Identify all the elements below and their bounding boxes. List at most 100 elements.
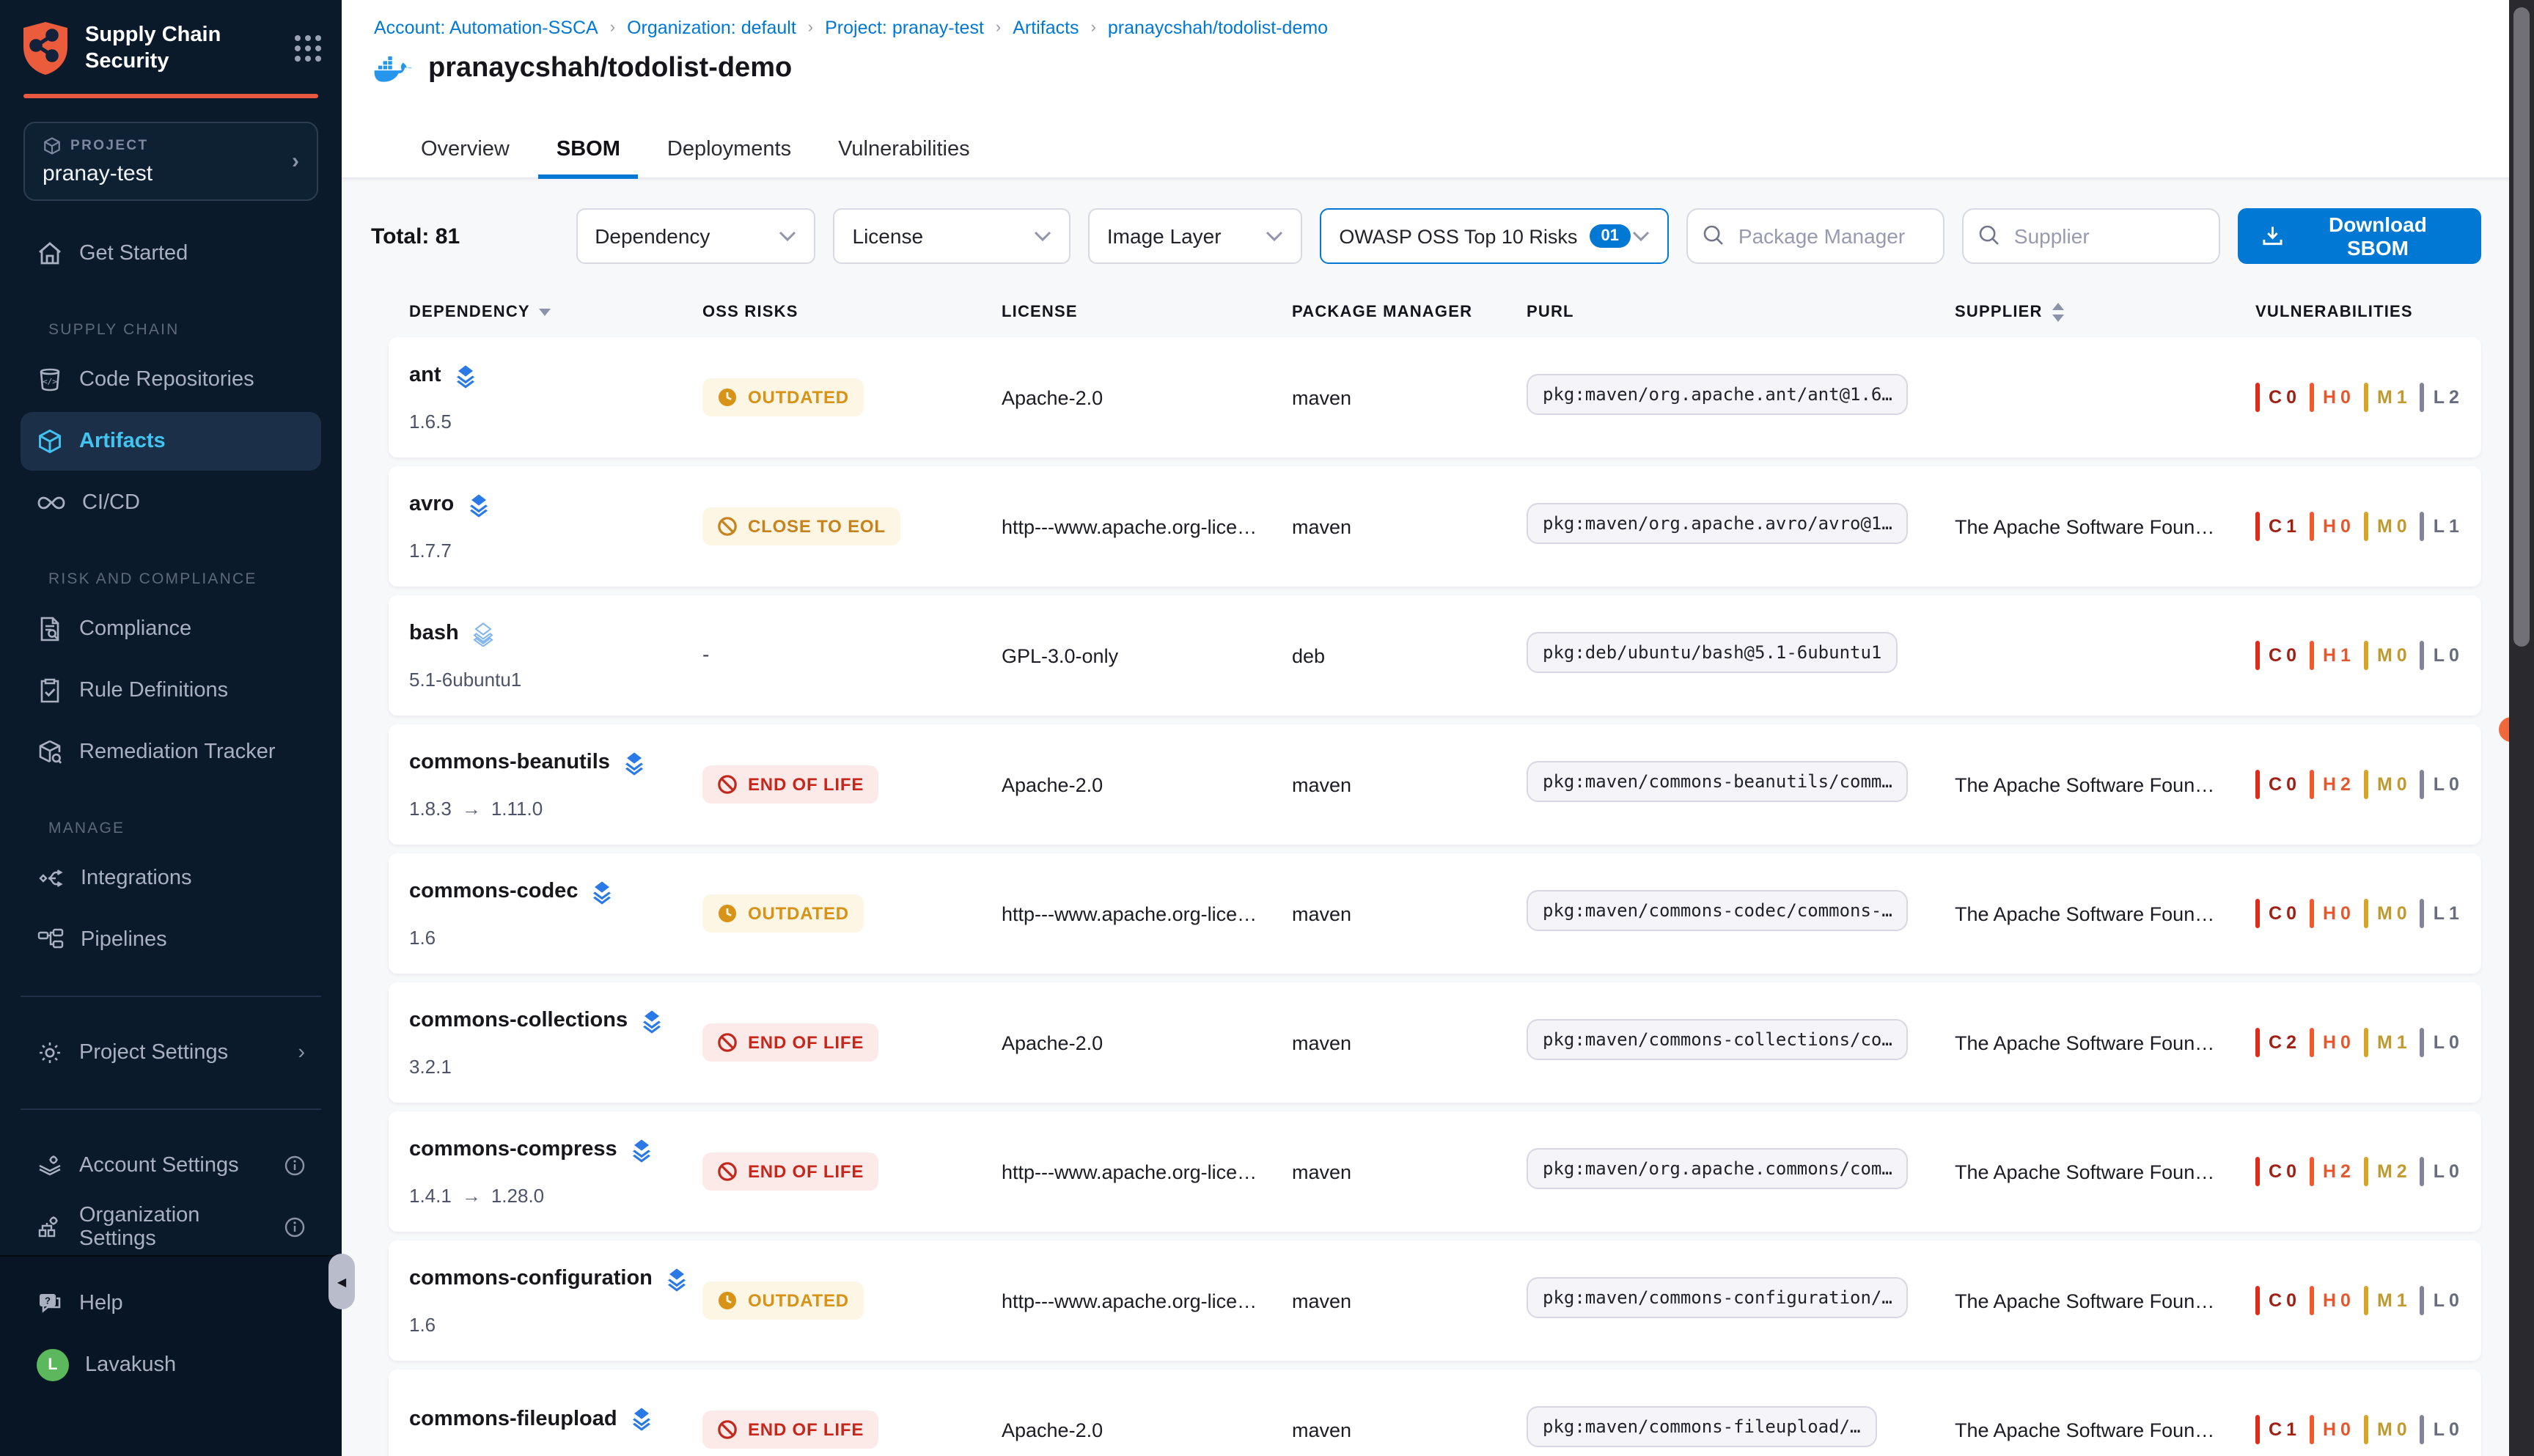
info-icon[interactable] xyxy=(284,1217,305,1238)
download-sbom-button[interactable]: Download SBOM xyxy=(2239,208,2481,264)
license-cell: http---www.apache.org-lice… xyxy=(1002,1290,1292,1312)
breadcrumb-account[interactable]: Account: Automation-SSCA xyxy=(374,18,598,38)
vuln-count-m: M2 xyxy=(2364,1157,2407,1186)
oss-risk-cell: OUTDATED xyxy=(702,1282,1002,1320)
license-cell: Apache-2.0 xyxy=(1002,1032,1292,1054)
purl-cell: pkg:maven/org.apache.ant/ant@1.6… xyxy=(1527,373,1955,422)
sidebar-footer: ? Help L Lavakush xyxy=(0,1255,342,1456)
sidebar-item-organization-settings[interactable]: Organization Settings xyxy=(21,1198,321,1257)
project-selector[interactable]: PROJECT pranay-test › xyxy=(23,122,318,201)
breadcrumb-separator: › xyxy=(996,19,1001,37)
breadcrumb-project[interactable]: Project: pranay-test xyxy=(825,18,984,38)
breadcrumb-artifact-name[interactable]: pranaycshah/todolist-demo xyxy=(1108,18,1328,38)
breadcrumb-separator: › xyxy=(610,19,615,37)
oss-risk-badge: OUTDATED xyxy=(702,894,864,933)
project-cube-icon xyxy=(43,136,62,155)
info-icon[interactable] xyxy=(284,1155,305,1176)
table-row[interactable]: commons-fileupload xyxy=(389,1369,2481,1456)
vuln-count-c: C0 xyxy=(2255,641,2296,670)
tab-vulnerabilities[interactable]: Vulnerabilities xyxy=(820,138,987,179)
vuln-count-l: L0 xyxy=(2420,770,2459,799)
sidebar-item-artifacts[interactable]: Artifacts xyxy=(21,412,321,471)
vuln-count-m: M0 xyxy=(2364,512,2407,541)
package-manager-cell: maven xyxy=(1292,1290,1527,1312)
purl-value[interactable]: pkg:maven/commons-codec/commons-… xyxy=(1527,889,1909,930)
table-row[interactable]: bash 5.1-6ubuntu1 xyxy=(389,595,2481,716)
table-row[interactable]: commons-configuration 1.6 xyxy=(389,1240,2481,1361)
column-header-dependency[interactable]: DEPENDENCY xyxy=(409,302,702,323)
owasp-filter-dropdown[interactable]: OWASP OSS Top 10 Risks 01 xyxy=(1320,208,1670,264)
upgrade-arrow: → xyxy=(462,797,481,819)
purl-value[interactable]: pkg:maven/org.apache.avro/avro@1… xyxy=(1527,502,1909,543)
dependency-filter-dropdown[interactable]: Dependency xyxy=(576,208,815,264)
table-row[interactable]: ant 1.6.5 xyxy=(389,337,2481,457)
oss-risk-cell: END OF LIFE xyxy=(702,765,1002,804)
purl-value[interactable]: pkg:maven/org.apache.commons/com… xyxy=(1527,1147,1909,1188)
vulnerabilities-cell: C0H0M1L2 xyxy=(2255,383,2472,412)
table-row[interactable]: commons-codec 1.6 xyxy=(389,853,2481,974)
purl-value[interactable]: pkg:maven/commons-configuration/… xyxy=(1527,1276,1909,1317)
sidebar-item-compliance[interactable]: Compliance xyxy=(21,600,321,658)
sidebar-item-pipelines[interactable]: Pipelines xyxy=(21,911,321,969)
sidebar-item-remediation-tracker[interactable]: Remediation Tracker xyxy=(21,723,321,782)
sidebar-item-get-started[interactable]: Get Started xyxy=(21,224,321,283)
sidebar-collapse-handle[interactable]: ◀ xyxy=(328,1254,355,1309)
oss-risk-cell: OUTDATED xyxy=(702,378,1002,416)
dependency-version: 1.8.3 → 1.11.0 xyxy=(409,797,702,819)
dependency-cell: ant 1.6.5 xyxy=(409,363,702,432)
ban-icon xyxy=(717,1032,738,1053)
dependency-version: 1.6 xyxy=(409,926,702,948)
dependency-cell: commons-configuration 1.6 xyxy=(409,1266,702,1335)
sidebar-item-project-settings[interactable]: Project Settings › xyxy=(21,1023,321,1082)
table-header-row: DEPENDENCY OSS RISKS LICENSE PACKAGE MAN… xyxy=(389,302,2481,323)
sidebar-user[interactable]: L Lavakush xyxy=(21,1336,321,1394)
dependency-version: 5.1-6ubuntu1 xyxy=(409,668,702,690)
vuln-count-c: C0 xyxy=(2255,1286,2296,1315)
user-avatar: L xyxy=(37,1349,69,1381)
dependency-name: commons-compress xyxy=(409,1138,617,1161)
scrollbar-thumb[interactable] xyxy=(2513,7,2530,647)
dependency-version: 1.6 xyxy=(409,1313,702,1335)
table-row[interactable]: commons-compress 1.4.1 → 1.28.0 xyxy=(389,1111,2481,1232)
vuln-count-c: C0 xyxy=(2255,383,2296,412)
table-row[interactable]: avro 1.7.7 xyxy=(389,466,2481,587)
supplier-cell: The Apache Software Foun… xyxy=(1955,902,2255,924)
sidebar-item-rule-definitions[interactable]: Rule Definitions xyxy=(21,661,321,720)
supplier-search-input[interactable] xyxy=(1963,208,2221,264)
license-filter-dropdown[interactable]: License xyxy=(834,208,1070,264)
sidebar-item-code-repositories[interactable]: </> Code Repositories xyxy=(21,350,321,409)
image-layers-icon xyxy=(664,1266,689,1291)
tab-overview[interactable]: Overview xyxy=(403,138,527,179)
supplier-cell: The Apache Software Foun… xyxy=(1955,515,2255,537)
purl-value[interactable]: pkg:maven/commons-beanutils/comm… xyxy=(1527,760,1909,801)
column-header-vulnerabilities: VULNERABILITIES xyxy=(2255,302,2461,323)
package-manager-search-input[interactable] xyxy=(1687,208,1945,264)
vuln-count-h: H2 xyxy=(2310,1157,2351,1186)
purl-value[interactable]: pkg:maven/commons-collections/co… xyxy=(1527,1018,1909,1059)
sidebar-item-cicd[interactable]: CI/CD xyxy=(21,474,321,532)
sidebar-item-integrations[interactable]: Integrations xyxy=(21,849,321,908)
table-row[interactable]: commons-beanutils 1.8.3 → 1.11.0 xyxy=(389,724,2481,845)
sidebar-item-account-settings[interactable]: Account Settings xyxy=(21,1136,321,1195)
tab-sbom[interactable]: SBOM xyxy=(539,138,638,179)
image-layer-filter-dropdown[interactable]: Image Layer xyxy=(1088,208,1302,264)
app-switcher-icon[interactable] xyxy=(295,35,321,62)
column-header-supplier[interactable]: SUPPLIER xyxy=(1955,302,2255,323)
sidebar-item-help[interactable]: ? Help xyxy=(21,1274,321,1333)
ban-icon xyxy=(717,774,738,795)
breadcrumb-artifacts[interactable]: Artifacts xyxy=(1013,18,1079,38)
vuln-count-m: M0 xyxy=(2364,899,2407,928)
tab-deployments[interactable]: Deployments xyxy=(650,138,809,179)
purl-value[interactable]: pkg:deb/ubuntu/bash@5.1-6ubuntu1 xyxy=(1527,631,1898,672)
breadcrumb-organization[interactable]: Organization: default xyxy=(627,18,796,38)
sidebar-divider xyxy=(21,996,321,997)
page-title: pranaycshah/todolist-demo xyxy=(428,53,792,85)
purl-value[interactable]: pkg:maven/org.apache.ant/ant@1.6… xyxy=(1527,373,1909,414)
purl-cell: pkg:maven/commons-beanutils/comm… xyxy=(1527,760,1955,809)
sidebar-section-supply-chain: SUPPLY CHAIN xyxy=(48,321,342,339)
vuln-count-l: L0 xyxy=(2420,641,2459,670)
vulnerabilities-cell: C2H0M1L0 xyxy=(2255,1028,2472,1057)
purl-value[interactable]: pkg:maven/commons-fileupload/… xyxy=(1527,1405,1877,1446)
table-row[interactable]: commons-collections 3.2.1 xyxy=(389,982,2481,1103)
chevron-down-icon xyxy=(1266,230,1283,242)
